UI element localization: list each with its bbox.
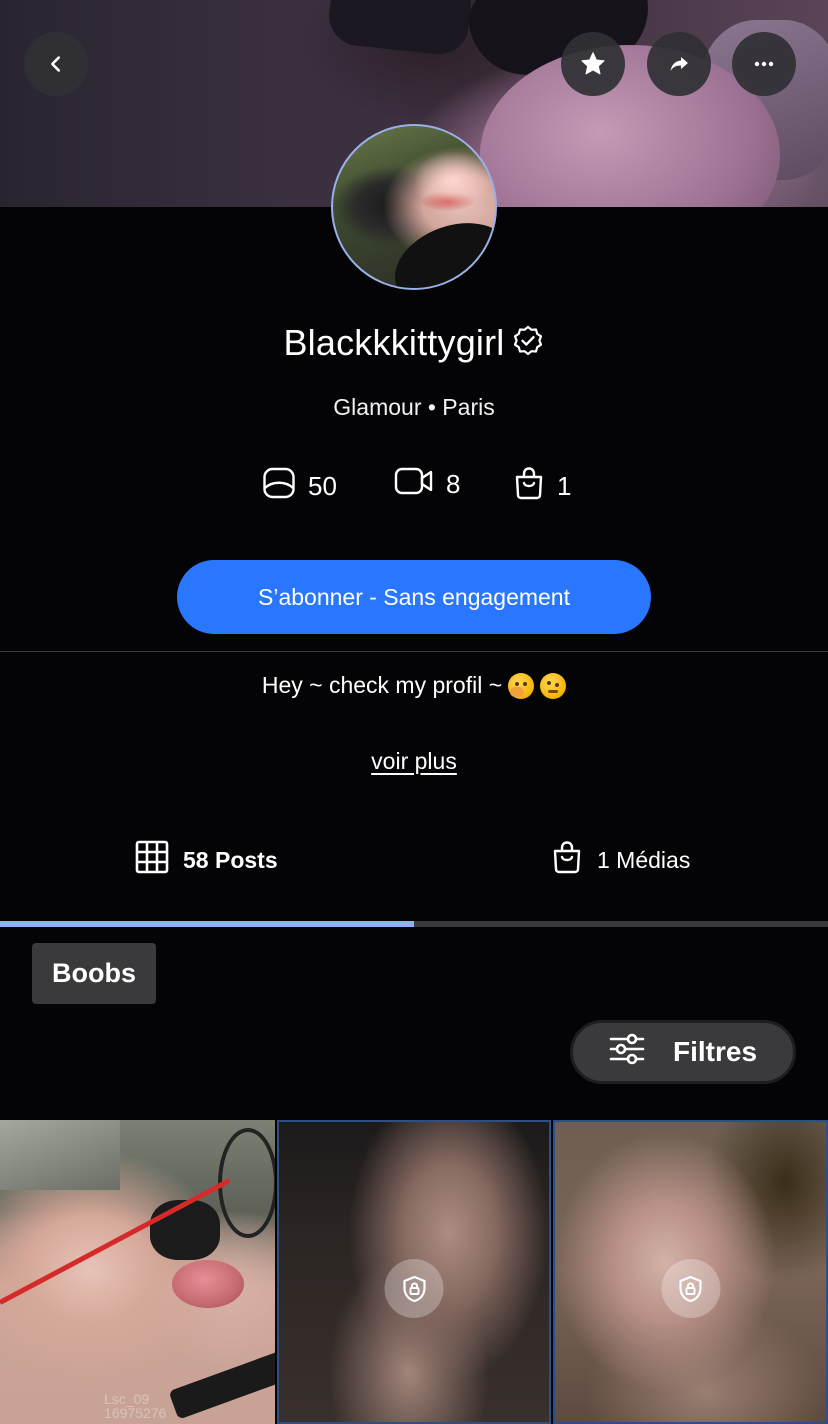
share-button[interactable] <box>647 32 711 96</box>
shopping-bag-icon <box>551 840 583 880</box>
lock-shield-icon <box>661 1259 720 1318</box>
bio: Hey ~ check my profil ~ <box>0 672 828 699</box>
stat-photos: 50 <box>262 466 337 507</box>
share-arrow-icon <box>667 52 691 76</box>
filters-button[interactable]: Filtres <box>570 1020 796 1084</box>
stat-shop: 1 <box>513 466 571 507</box>
see-more-link[interactable]: voir plus <box>0 748 828 775</box>
subscribe-button[interactable]: S’abonner - Sans engagement <box>177 560 651 634</box>
profile-subtitle: Glamour • Paris <box>333 394 495 420</box>
stat-videos: 8 <box>394 466 460 503</box>
tab-posts[interactable]: 58 Posts <box>135 840 278 880</box>
stat-photos-count: 50 <box>308 471 337 501</box>
more-dots-icon <box>753 61 775 67</box>
chevron-left-icon <box>45 53 67 75</box>
stat-shop-count: 1 <box>557 471 572 501</box>
grid-icon <box>135 840 169 880</box>
profile-stats: 50 8 1 <box>0 466 828 502</box>
bio-text: Hey ~ check my profil ~ <box>261 672 503 698</box>
face-with-hand-over-mouth-emoji <box>508 672 535 699</box>
verified-badge-icon <box>511 324 545 363</box>
profile-name-row: Blackkkittygirl <box>0 322 828 364</box>
woozy-face-emoji <box>540 672 567 699</box>
sliders-icon <box>609 1033 645 1072</box>
stat-videos-count: 8 <box>446 469 461 499</box>
post-tile[interactable]: Lsc_09 16975276 <box>0 1120 275 1424</box>
locked-post-tile[interactable] <box>553 1120 828 1424</box>
profile-name: Blackkkittygirl <box>283 322 505 363</box>
tab-media-label: 1 Médias <box>597 846 691 873</box>
more-options-button[interactable] <box>732 32 796 96</box>
tab-posts-label: 58 Posts <box>183 846 278 873</box>
star-icon <box>579 50 607 78</box>
video-icon <box>394 466 434 503</box>
tab-indicator-active <box>0 921 414 927</box>
lock-shield-icon <box>384 1259 444 1318</box>
posts-grid: Lsc_09 16975276 <box>0 1120 828 1424</box>
tab-media[interactable]: 1 Médias <box>551 840 690 880</box>
shopping-bag-icon <box>513 466 545 507</box>
photo-icon <box>262 466 296 507</box>
filters-label: Filtres <box>672 1036 758 1067</box>
divider <box>0 651 828 652</box>
favorite-button[interactable] <box>561 32 625 96</box>
back-button[interactable] <box>24 32 88 96</box>
avatar[interactable] <box>331 124 497 290</box>
category-chip[interactable]: Boobs <box>32 943 156 1004</box>
locked-post-tile[interactable] <box>277 1120 551 1424</box>
watermark: Lsc_09 16975276 <box>104 1391 167 1421</box>
